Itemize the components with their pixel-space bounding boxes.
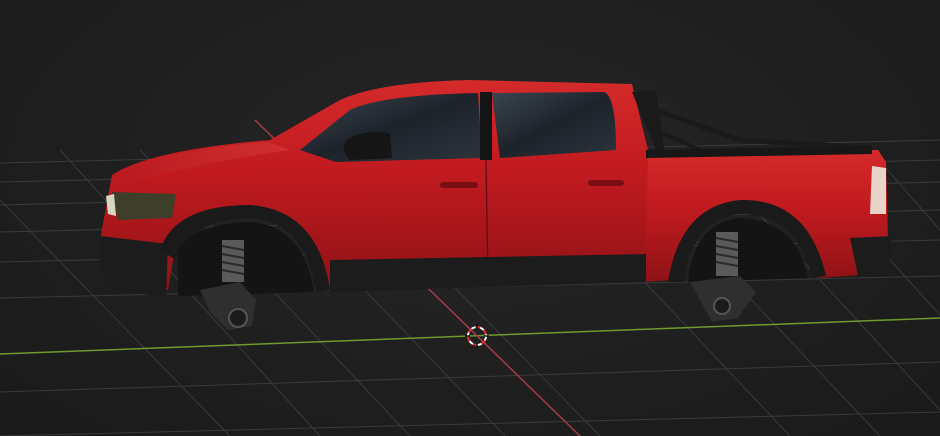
grid-line: [0, 411, 940, 436]
front-hub: [228, 308, 248, 328]
front-bumper: [99, 236, 168, 298]
headlight: [112, 192, 176, 220]
grid-line: [0, 361, 940, 393]
rear-hub: [713, 297, 731, 315]
tail-light: [870, 166, 886, 214]
rocker-panel: [330, 254, 646, 292]
b-pillar: [480, 92, 492, 160]
pickup-truck-model[interactable]: [99, 80, 892, 330]
viewport-canvas[interactable]: [0, 0, 940, 436]
rear-door-handle: [588, 180, 624, 186]
3d-viewport[interactable]: [0, 0, 940, 436]
rear-window: [492, 92, 616, 158]
front-door-handle: [440, 182, 478, 188]
